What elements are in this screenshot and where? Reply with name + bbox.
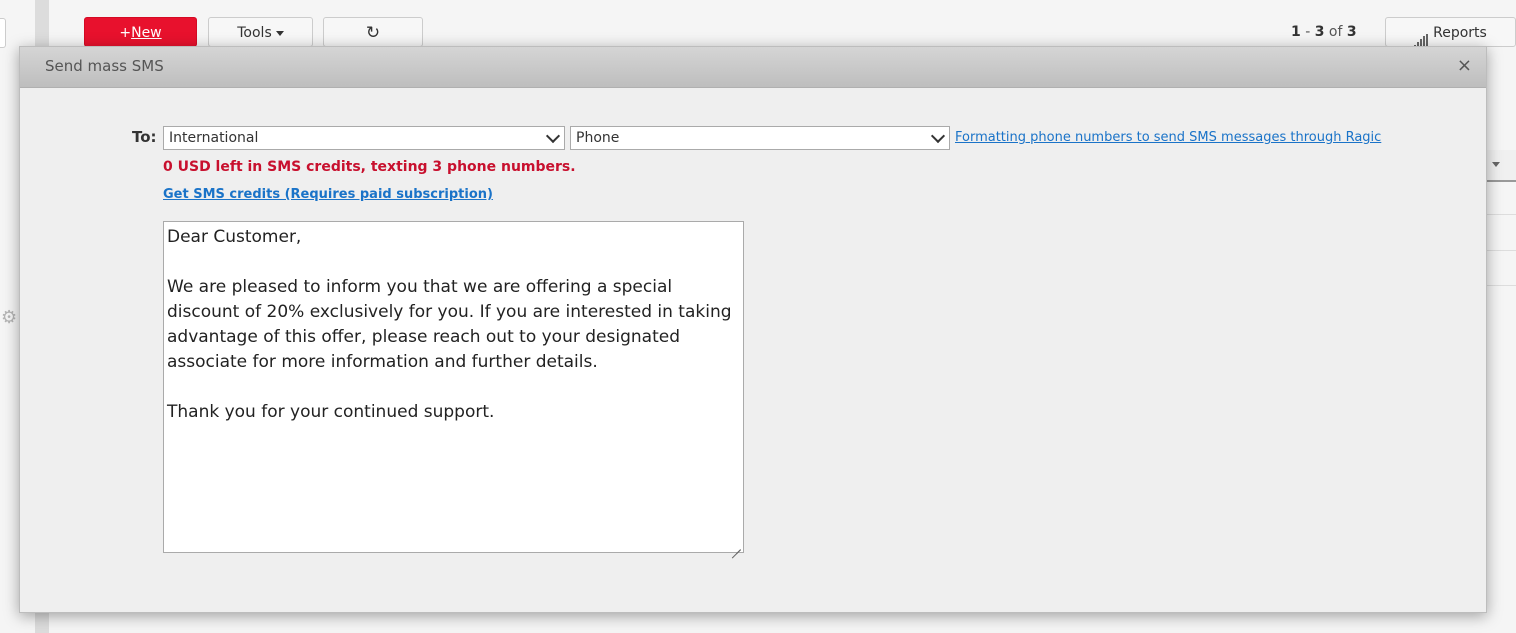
- tools-label: Tools: [237, 25, 272, 41]
- send-mass-sms-dialog: Send mass SMS × To: International Phone …: [19, 46, 1487, 613]
- message-greeting: Dear Customer,: [167, 227, 302, 247]
- caret-down-icon: [275, 30, 284, 36]
- pager-from: 1: [1291, 24, 1301, 40]
- background-dropdown[interactable]: [1484, 150, 1516, 182]
- close-icon[interactable]: ×: [1457, 57, 1472, 75]
- region-select-value: International: [169, 130, 259, 146]
- plus-icon: +: [119, 25, 132, 41]
- divider: [1484, 250, 1516, 251]
- resize-handle[interactable]: [731, 540, 741, 559]
- refresh-icon: ↻: [365, 23, 381, 43]
- dialog-title: Send mass SMS: [45, 57, 164, 75]
- sms-credit-warning: 0 USD left in SMS credits, texting 3 pho…: [163, 159, 576, 175]
- sms-message-textarea[interactable]: Dear Customer, We are pleased to inform …: [163, 221, 744, 559]
- reports-label: Reports: [1433, 25, 1487, 41]
- divider: [1484, 214, 1516, 215]
- gear-icon[interactable]: ⚙: [1, 309, 17, 327]
- chevron-down-icon: [545, 128, 561, 144]
- pager: 1 - 3 of 3: [1291, 24, 1357, 40]
- message-body: We are pleased to inform you that we are…: [167, 277, 737, 372]
- caret-down-icon: [1492, 162, 1500, 167]
- new-button[interactable]: +New: [84, 17, 197, 47]
- dialog-header[interactable]: Send mass SMS ×: [20, 47, 1486, 88]
- to-label: To:: [132, 128, 157, 146]
- pager-total: 3: [1346, 24, 1357, 40]
- refresh-button[interactable]: ↻: [323, 17, 423, 47]
- divider: [1484, 285, 1516, 286]
- tools-dropdown-button[interactable]: Tools: [208, 17, 313, 47]
- phone-field-select-value: Phone: [576, 130, 620, 146]
- get-sms-credits-link[interactable]: Get SMS credits (Requires paid subscript…: [163, 187, 493, 202]
- pager-to: 3: [1314, 24, 1325, 40]
- collapse-handle[interactable]: [0, 18, 6, 48]
- region-select[interactable]: International: [163, 126, 565, 150]
- formatting-help-link[interactable]: Formatting phone numbers to send SMS mes…: [955, 130, 1381, 145]
- pager-of: of: [1328, 24, 1343, 40]
- bar-chart-icon: [1414, 18, 1429, 48]
- chevron-down-icon: [930, 128, 946, 144]
- reports-button[interactable]: Reports: [1385, 17, 1516, 48]
- new-button-label: New: [131, 25, 162, 41]
- message-closing: Thank you for your continued support.: [167, 402, 495, 422]
- phone-field-select[interactable]: Phone: [570, 126, 950, 150]
